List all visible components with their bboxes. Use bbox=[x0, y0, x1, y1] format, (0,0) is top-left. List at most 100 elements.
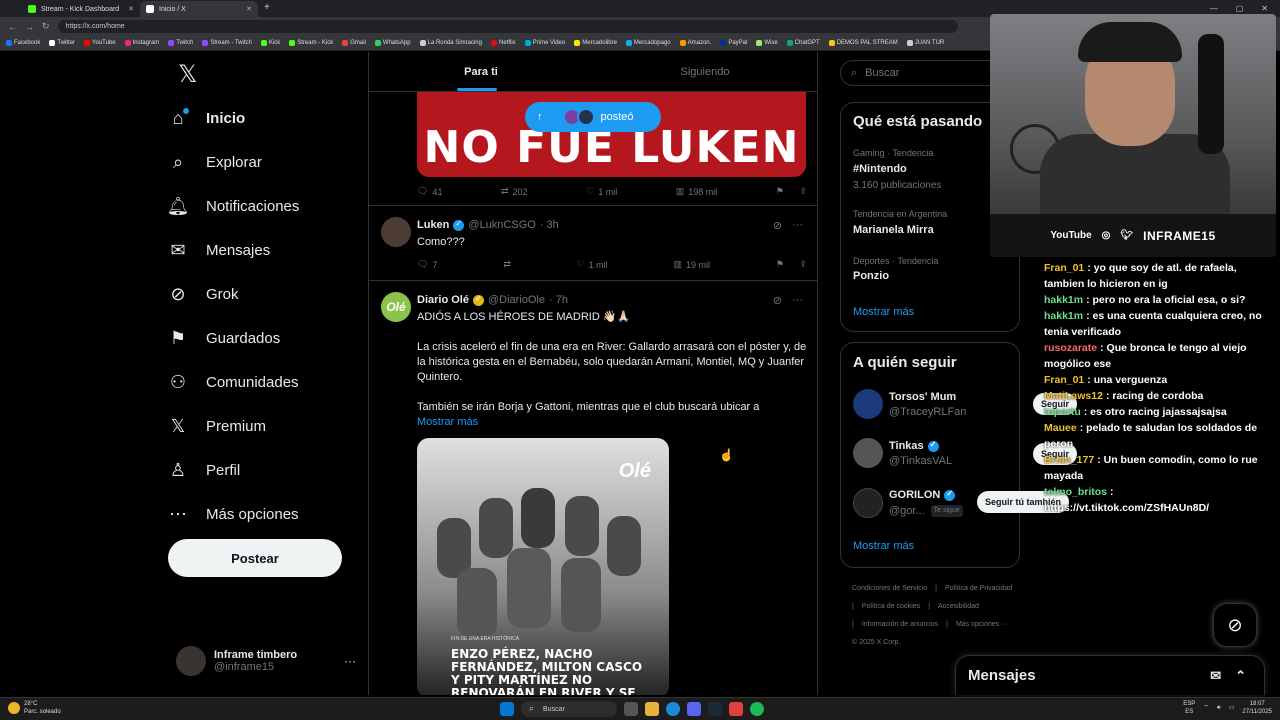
more-dots-icon[interactable]: ··· bbox=[792, 294, 803, 307]
clock[interactable]: 18:07 27/11/2025 bbox=[1242, 700, 1272, 716]
battery-icon[interactable]: ▭ bbox=[1229, 704, 1235, 712]
bookmark-item[interactable]: Instagram bbox=[124, 40, 159, 46]
bookmark-item[interactable]: Gmail bbox=[342, 40, 366, 46]
like-button[interactable]: ♡ 1 mil bbox=[586, 186, 617, 197]
bookmark-item[interactable]: La Ronda Simracing bbox=[419, 40, 482, 46]
bookmark-item[interactable]: Prime Video bbox=[524, 40, 565, 46]
avatar[interactable] bbox=[853, 389, 883, 419]
bookmark-item[interactable]: Stream - Kick bbox=[289, 40, 333, 46]
nav-item-inicio[interactable]: ⌂ Inicio bbox=[168, 96, 368, 140]
footer-link[interactable]: Accesibilidad bbox=[938, 603, 979, 610]
search-input[interactable]: ⌕ Buscar bbox=[840, 60, 1000, 86]
follow-name[interactable]: Torsos' Mum bbox=[889, 391, 956, 403]
reply-button[interactable]: 🗨︎ 7 bbox=[417, 259, 437, 270]
trend-item[interactable]: #Nintendo bbox=[853, 163, 907, 175]
like-button[interactable]: ♡ 1 mil bbox=[577, 259, 608, 270]
tweet-time[interactable]: · 3h bbox=[540, 219, 559, 231]
bookmark-item[interactable]: PayPal bbox=[720, 40, 747, 46]
bookmark-item[interactable]: Amazon. bbox=[679, 40, 711, 46]
network-icon[interactable]: ⌔ bbox=[1203, 704, 1209, 712]
bookmark-item[interactable]: Wise bbox=[756, 40, 778, 46]
trend-item[interactable]: Marianela Mirra bbox=[853, 224, 934, 236]
follow-name[interactable]: Tinkas bbox=[889, 440, 924, 452]
reload-icon[interactable]: ↻ bbox=[42, 21, 50, 32]
new-posts-pill[interactable]: ↑ posteó bbox=[525, 102, 661, 132]
grok-icon[interactable]: ⊘ bbox=[773, 219, 782, 232]
tab-para-ti[interactable]: Para ti bbox=[369, 52, 593, 91]
retweet-button[interactable]: ⇄ 202 bbox=[501, 186, 528, 197]
bookmark-item[interactable]: Mercadopago bbox=[625, 40, 671, 46]
share-icon[interactable]: ⇪ bbox=[799, 186, 807, 197]
trend-item[interactable]: Ponzio bbox=[853, 270, 889, 282]
footer-link[interactable]: Condiciones de Servicio bbox=[852, 585, 927, 592]
nav-item-m-s-opciones[interactable]: ⋯ Más opciones bbox=[168, 492, 368, 536]
bookmark-icon[interactable]: ⚑ bbox=[776, 186, 784, 197]
nav-item-mensajes[interactable]: ✉ Mensajes bbox=[168, 228, 368, 272]
account-switcher[interactable]: Inframe timbero @inframe15 ··· bbox=[176, 642, 356, 680]
tab-siguiendo[interactable]: Siguiendo bbox=[593, 52, 817, 91]
nav-item-grok[interactable]: ⊘ Grok bbox=[168, 272, 368, 316]
retweet-button[interactable]: ⇄ bbox=[503, 259, 511, 270]
tweet-author-name[interactable]: Diario Olé bbox=[417, 294, 469, 306]
bookmark-item[interactable]: Facebook bbox=[6, 40, 40, 46]
share-icon[interactable]: ⇪ bbox=[799, 259, 807, 270]
nav-item-guardados[interactable]: ⚑ Guardados bbox=[168, 316, 368, 360]
bookmark-item[interactable]: Twitter bbox=[49, 40, 75, 46]
follow-name[interactable]: GORILON bbox=[889, 489, 940, 501]
maximize-icon[interactable]: ▢ bbox=[1236, 4, 1244, 13]
bookmark-item[interactable]: JUAN TUR bbox=[906, 40, 944, 46]
weather-widget[interactable]: 28°C Parc. soleado bbox=[8, 700, 61, 716]
views-button[interactable]: ▥ 19 mil bbox=[673, 259, 710, 270]
nav-item-perfil[interactable]: ♙ Perfil bbox=[168, 448, 368, 492]
follow-handle[interactable]: @TraceyRLFan bbox=[889, 406, 966, 418]
messages-drawer[interactable]: Mensajes ✉ ⌃ bbox=[955, 655, 1265, 695]
tweet-author-handle[interactable]: @LuknCSGO bbox=[468, 219, 535, 231]
edge-icon[interactable] bbox=[666, 702, 680, 716]
footer-link[interactable]: © 2025 X Corp. bbox=[852, 639, 900, 646]
tweet-author-handle[interactable]: @DiarioOle bbox=[488, 294, 545, 306]
bookmark-icon[interactable]: ⚑ bbox=[776, 259, 784, 270]
spotify-icon[interactable] bbox=[750, 702, 764, 716]
nav-item-explorar[interactable]: ⌕ Explorar bbox=[168, 140, 368, 184]
minimize-icon[interactable]: — bbox=[1210, 4, 1218, 13]
tab-inicio-x[interactable]: Inicio / X ✕ bbox=[140, 1, 258, 17]
close-tab-icon[interactable]: ✕ bbox=[246, 5, 252, 13]
post-button[interactable]: Postear bbox=[168, 539, 342, 577]
nav-item-comunidades[interactable]: ⚇ Comunidades bbox=[168, 360, 368, 404]
follow-show-more[interactable]: Mostrar más bbox=[853, 540, 914, 552]
url-field[interactable]: https://x.com/home bbox=[57, 20, 958, 33]
avatar[interactable] bbox=[853, 488, 883, 518]
bookmark-item[interactable]: Stream - Twitch bbox=[202, 40, 252, 46]
bookmark-item[interactable]: Netflix bbox=[490, 40, 516, 46]
reply-button[interactable]: 🗨︎ 41 bbox=[417, 186, 442, 197]
bookmark-item[interactable]: Kick bbox=[260, 40, 280, 46]
discord-icon[interactable] bbox=[687, 702, 701, 716]
more-dots-icon[interactable]: ··· bbox=[792, 219, 803, 232]
back-icon[interactable]: ← bbox=[8, 22, 17, 32]
more-dots-icon[interactable]: ··· bbox=[344, 654, 356, 668]
footer-link[interactable]: Política de cookies bbox=[862, 603, 920, 610]
follow-handle[interactable]: @gor... bbox=[889, 505, 925, 517]
grok-button[interactable]: ⊘ bbox=[1213, 603, 1257, 647]
bookmark-item[interactable]: ChatGPT bbox=[786, 40, 820, 46]
new-message-icon[interactable]: ✉ bbox=[1210, 668, 1221, 684]
footer-link[interactable]: Información de anuncios bbox=[862, 621, 938, 628]
nav-item-premium[interactable]: 𝕏 Premium bbox=[168, 404, 368, 448]
avatar[interactable] bbox=[381, 217, 411, 247]
nav-item-notificaciones[interactable]: 🔔︎ Notificaciones bbox=[167, 184, 368, 228]
x-logo-icon[interactable]: 𝕏 bbox=[168, 52, 368, 96]
footer-link[interactable]: Más opciones ··· bbox=[956, 621, 1008, 628]
expand-icon[interactable]: ⌃ bbox=[1235, 668, 1246, 684]
new-tab-button[interactable]: + bbox=[264, 2, 270, 13]
tweet-author-name[interactable]: Luken bbox=[417, 219, 449, 231]
bookmark-item[interactable]: Twitch bbox=[168, 40, 193, 46]
start-icon[interactable] bbox=[500, 702, 514, 716]
tab-kick-dashboard[interactable]: Stream - Kick Dashboard ✕ bbox=[22, 1, 140, 17]
trends-show-more[interactable]: Mostrar más bbox=[853, 306, 914, 318]
close-tab-icon[interactable]: ✕ bbox=[128, 5, 134, 13]
task-view-icon[interactable] bbox=[624, 702, 638, 716]
bookmark-item[interactable]: Mercadolibre bbox=[574, 40, 617, 46]
bookmark-item[interactable]: YouTube bbox=[84, 40, 116, 46]
forward-icon[interactable]: → bbox=[25, 22, 34, 32]
avatar[interactable] bbox=[853, 438, 883, 468]
